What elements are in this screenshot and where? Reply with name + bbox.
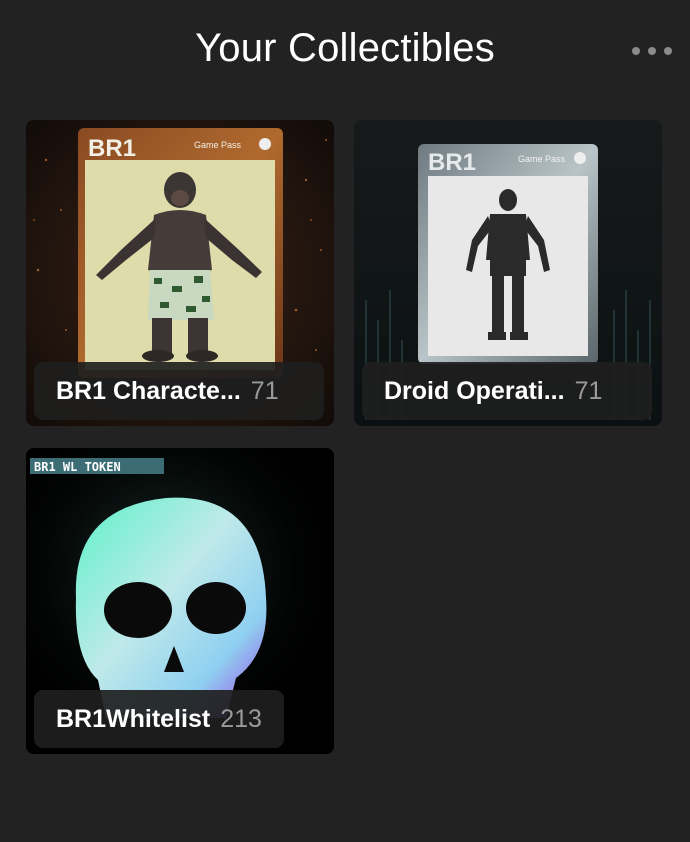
collection-label: Droid Operati... 71 [362, 362, 652, 420]
collection-count: 71 [574, 376, 603, 405]
card-brand-text: BR1 [88, 135, 136, 162]
skull-icon [574, 152, 586, 164]
card-tag-text: Game Pass [194, 140, 242, 150]
collection-card-br1-characters[interactable]: BR1 Game Pass BR1 Characte... 71 [26, 120, 334, 426]
card-tag-text: Game Pass [518, 154, 566, 164]
collection-name: BR1 Characte... [56, 376, 241, 405]
card-brand-text: BR1 [428, 149, 476, 176]
more-options-icon [664, 47, 672, 55]
collection-count: 213 [220, 704, 262, 733]
more-options-button[interactable] [632, 36, 672, 66]
skull-icon [259, 138, 271, 150]
collection-card-droid-operatives[interactable]: BR1 Game Pass Droid Operati... 71 [354, 120, 662, 426]
collection-card-br1-whitelist[interactable]: BR1 WL TOKEN BR1Whitelist 213 [26, 448, 334, 754]
header: Your Collectibles [0, 0, 690, 100]
token-label-text: BR1 WL TOKEN [34, 460, 121, 474]
collection-count: 71 [250, 376, 279, 405]
collectibles-screen: Your Collectibles BR1 Game Pass BR1 Char… [0, 0, 690, 842]
page-title: Your Collectibles [195, 26, 495, 70]
collection-label: BR1 Characte... 71 [34, 362, 324, 420]
collection-name: Droid Operati... [384, 376, 565, 405]
more-options-icon [632, 47, 640, 55]
collection-label: BR1Whitelist 213 [34, 690, 284, 748]
collection-name: BR1Whitelist [56, 704, 211, 733]
more-options-icon [648, 47, 656, 55]
